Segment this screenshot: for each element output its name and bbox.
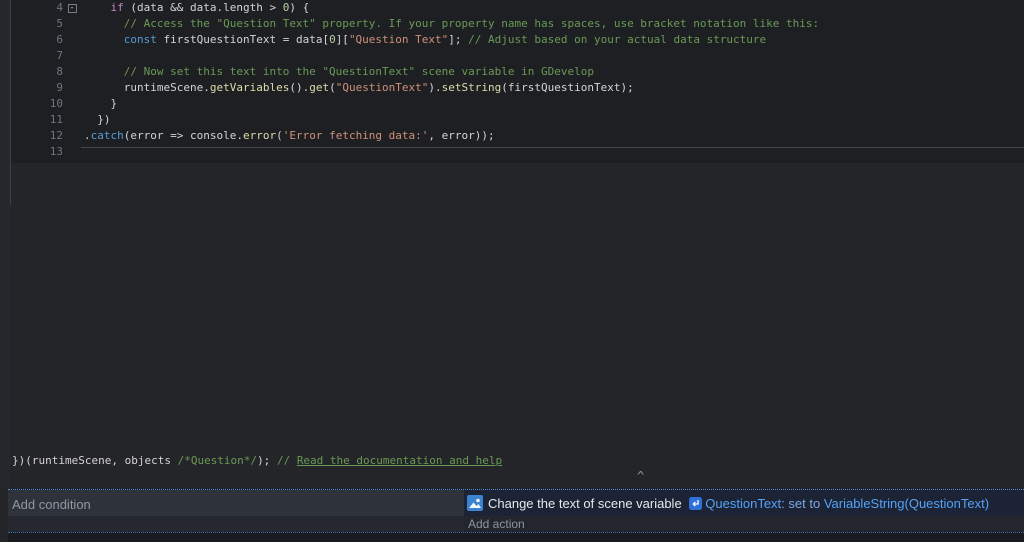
documentation-link[interactable]: Read the documentation and help bbox=[297, 454, 502, 467]
action-variable-name: QuestionText bbox=[705, 495, 782, 511]
code-line-text: const firstQuestionText = data[0]["Quest… bbox=[123, 33, 767, 46]
fold-gutter bbox=[63, 112, 81, 128]
event-sheet-gutter bbox=[0, 0, 10, 489]
fold-gutter bbox=[63, 96, 81, 112]
event-row: Add condition Change the text of scene v… bbox=[8, 489, 1024, 542]
code-line-text: // Now set this text into the "QuestionT… bbox=[123, 65, 594, 78]
footer-link-prefix: // bbox=[276, 454, 297, 467]
fold-gutter bbox=[63, 32, 81, 48]
gdevelop-event-sheet: 4- if (data && data.length > 0) {5 // Ac… bbox=[0, 0, 1024, 542]
selected-action[interactable]: Change the text of scene variable Questi… bbox=[464, 490, 1024, 516]
line-number: 11 bbox=[49, 113, 63, 126]
code-line-text: }) bbox=[84, 113, 111, 126]
code-line-text bbox=[81, 48, 84, 64]
fold-gutter bbox=[63, 144, 81, 160]
current-line-indicator bbox=[81, 147, 1024, 148]
line-number: 10 bbox=[49, 97, 63, 110]
code-lines: 4- if (data && data.length > 0) {5 // Ac… bbox=[11, 0, 1024, 160]
line-number: 5 bbox=[56, 17, 63, 30]
code-line-text: } bbox=[84, 97, 118, 110]
fold-collapse-icon[interactable]: - bbox=[67, 3, 77, 13]
fold-gutter bbox=[63, 16, 81, 32]
code-line[interactable]: 6 const firstQuestionText = data[0]["Que… bbox=[11, 32, 1024, 48]
line-number: 13 bbox=[49, 145, 63, 158]
text-variable-action-icon bbox=[467, 495, 483, 511]
code-line[interactable]: 12 .catch(error => console.error('Error f… bbox=[11, 128, 1024, 144]
code-line[interactable]: 5 // Access the "Question Text" property… bbox=[11, 16, 1024, 32]
fold-gutter bbox=[63, 128, 81, 144]
fold-gutter: - bbox=[63, 0, 81, 16]
add-action-label: Add action bbox=[468, 517, 525, 531]
add-action-button[interactable]: Add action bbox=[464, 516, 1024, 532]
code-line-text: runtimeScene.getVariables().get("Questio… bbox=[123, 81, 634, 94]
action-sentence: Change the text of scene variable bbox=[488, 495, 686, 511]
condition-column-spacer bbox=[8, 516, 464, 532]
collapse-caret-icon[interactable]: ^ bbox=[637, 469, 644, 483]
line-number: 9 bbox=[56, 81, 63, 94]
footer-code-end: ); bbox=[257, 454, 277, 467]
event-panel-bottom-border bbox=[8, 532, 1024, 542]
line-number: 7 bbox=[56, 49, 63, 62]
code-line-text: if (data && data.length > 0) { bbox=[110, 1, 310, 14]
footer-comment: /*Question*/ bbox=[177, 454, 258, 467]
fold-gutter bbox=[63, 64, 81, 80]
code-line[interactable]: 7 bbox=[11, 48, 1024, 64]
fold-gutter bbox=[63, 80, 81, 96]
scene-variable-icon bbox=[689, 496, 703, 510]
code-line[interactable]: 10 } bbox=[11, 96, 1024, 112]
line-number: 4 bbox=[56, 1, 63, 14]
action-value-expression: VariableString(QuestionText) bbox=[823, 495, 990, 511]
footer-code: })(runtimeScene, objects bbox=[12, 454, 178, 467]
code-line[interactable]: 11 }) bbox=[11, 112, 1024, 128]
add-condition-button[interactable]: Add condition bbox=[8, 490, 464, 516]
code-editor[interactable]: 4- if (data && data.length > 0) {5 // Ac… bbox=[11, 0, 1024, 163]
editor-left-border bbox=[10, 0, 11, 205]
fold-gutter bbox=[63, 48, 81, 64]
line-number: 12 bbox=[49, 129, 63, 142]
line-number: 8 bbox=[56, 65, 63, 78]
code-line-text: // Access the "Question Text" property. … bbox=[123, 17, 820, 30]
code-line-text: .catch(error => console.error('Error fet… bbox=[84, 129, 495, 142]
code-line[interactable]: 8 // Now set this text into the "Questio… bbox=[11, 64, 1024, 80]
code-event-footer: })(runtimeScene, objects /*Question*/); … bbox=[12, 454, 502, 470]
code-line[interactable]: 9 runtimeScene.getVariables().get("Quest… bbox=[11, 80, 1024, 96]
add-condition-label: Add condition bbox=[12, 497, 91, 512]
action-connector: : set to bbox=[781, 495, 824, 511]
code-line[interactable]: 4- if (data && data.length > 0) { bbox=[11, 0, 1024, 16]
line-number: 6 bbox=[56, 33, 63, 46]
